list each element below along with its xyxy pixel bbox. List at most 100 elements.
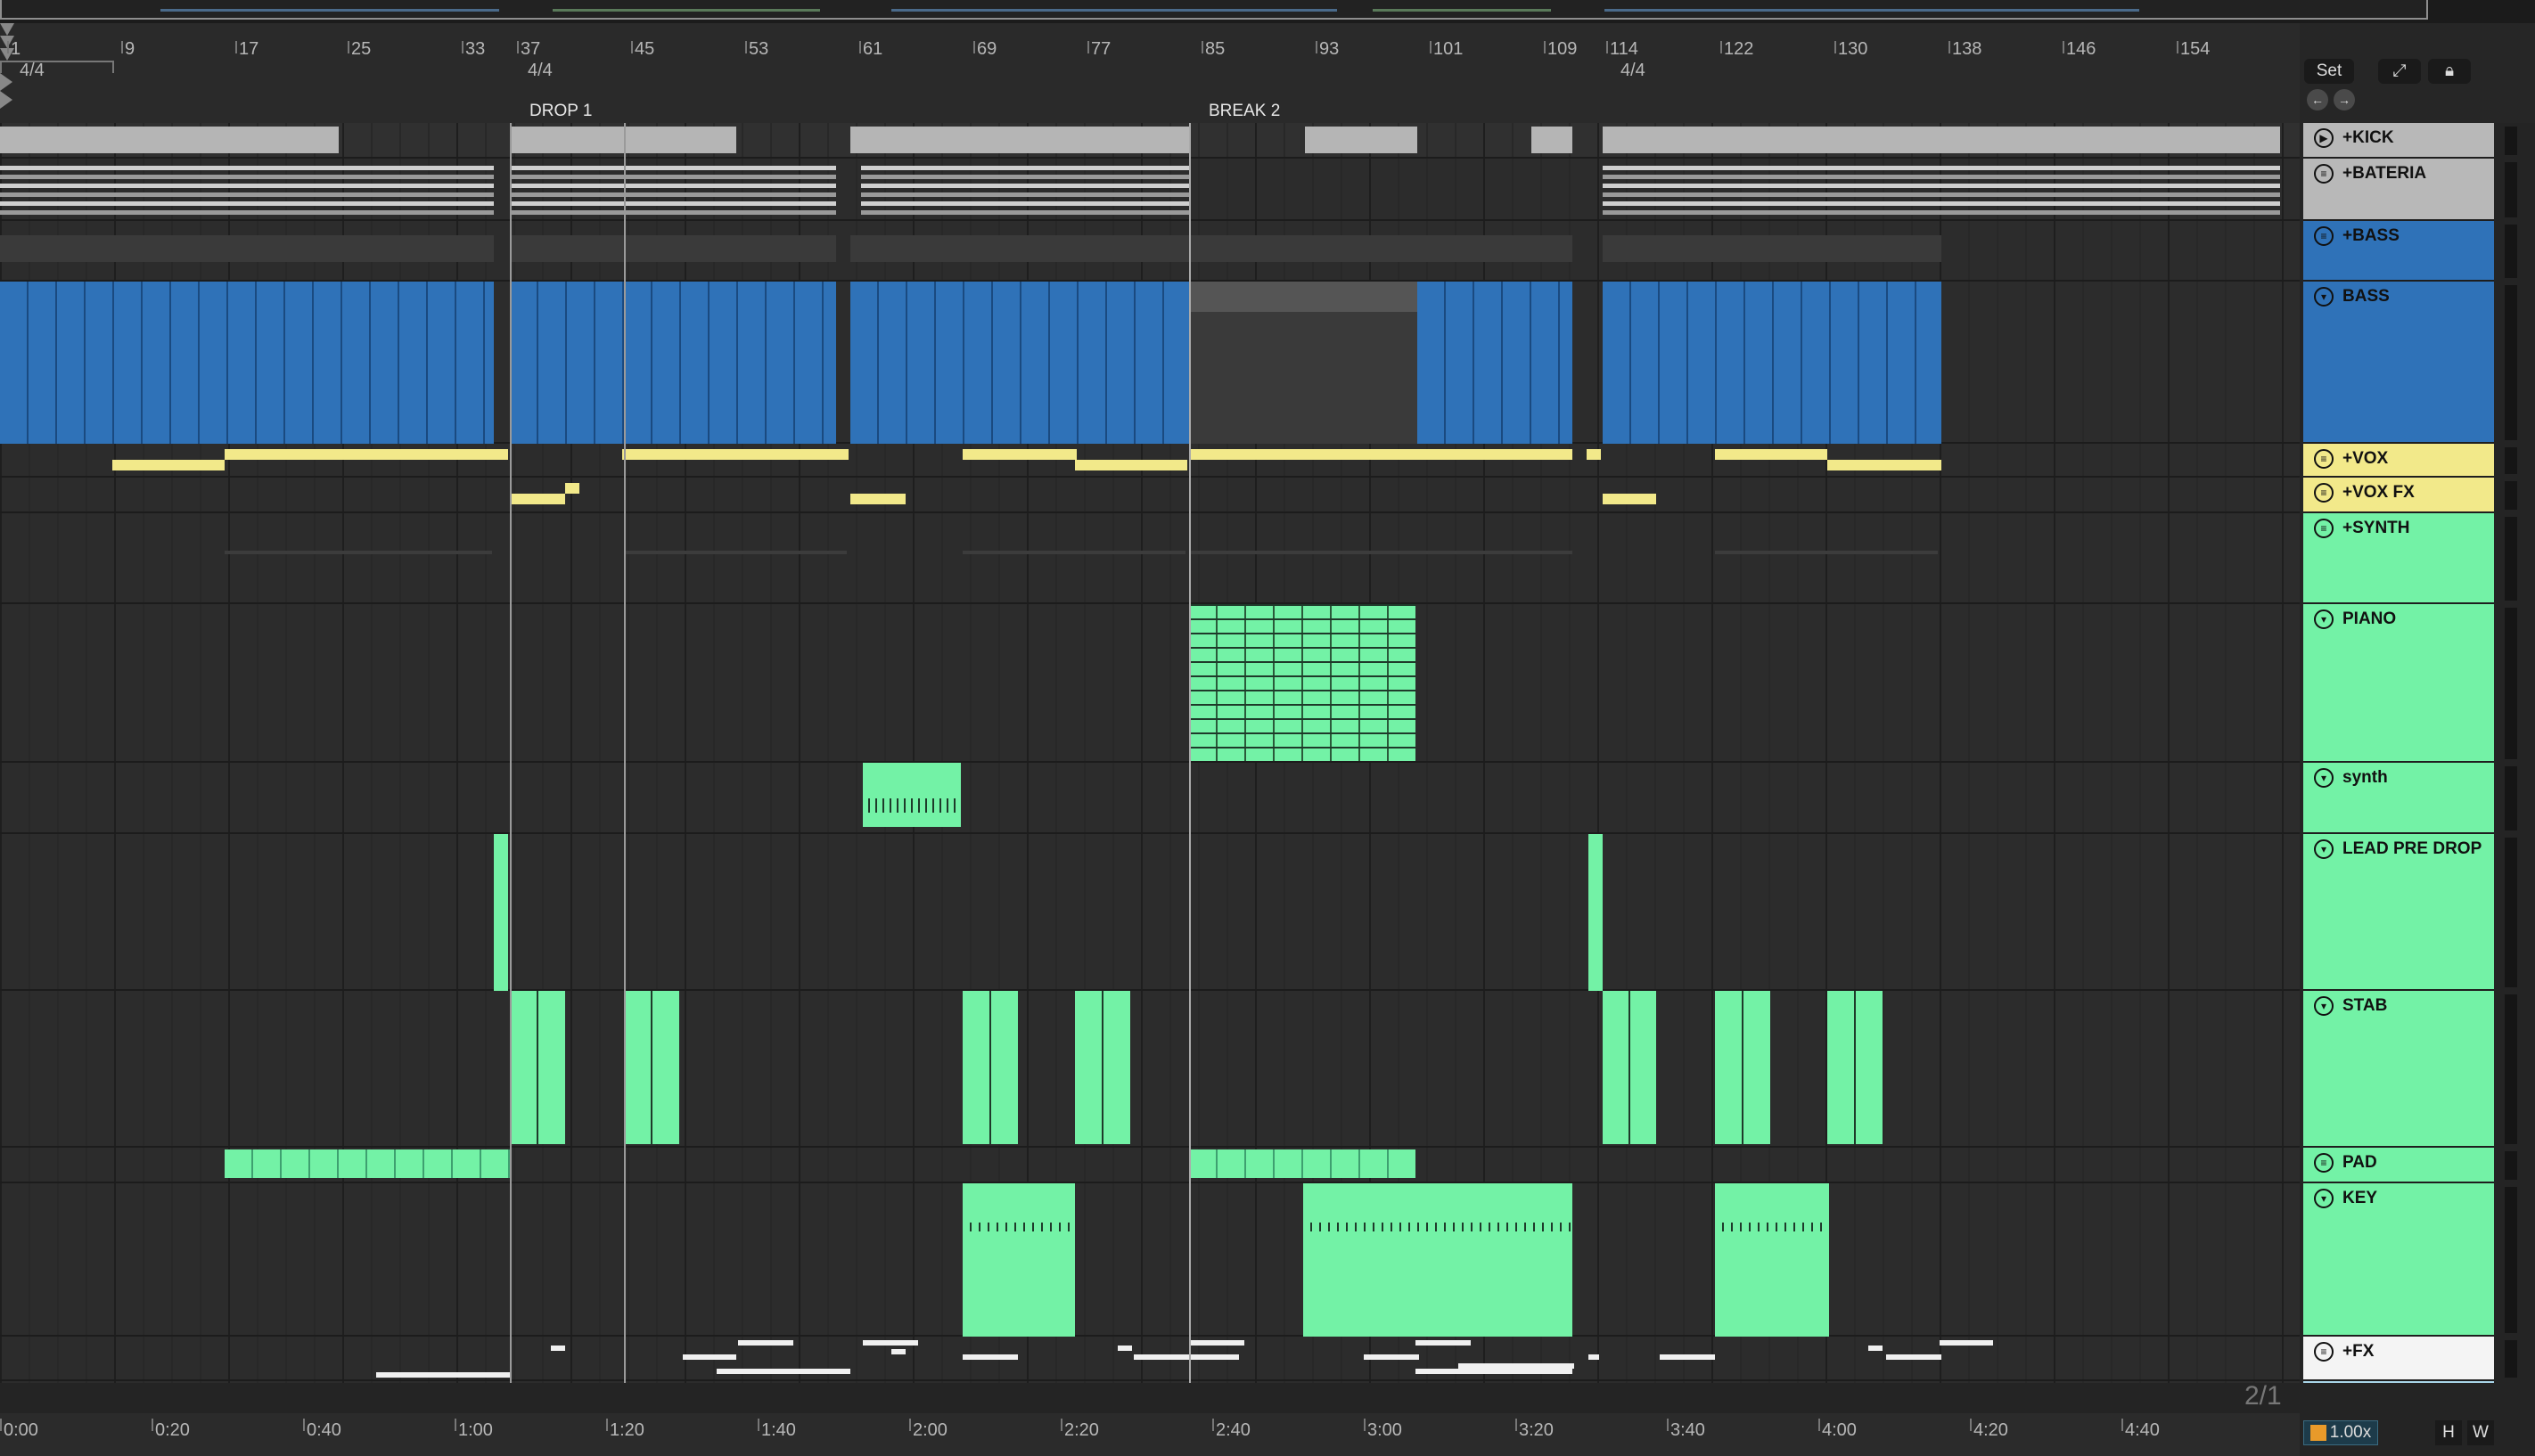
clip[interactable] <box>1868 1346 1883 1351</box>
clip[interactable] <box>1588 834 1603 991</box>
clip[interactable] <box>863 763 961 827</box>
clip[interactable] <box>0 175 494 179</box>
clip[interactable] <box>0 127 339 153</box>
clip[interactable] <box>1588 1354 1599 1360</box>
track-header[interactable]: ≡ +SYNTH <box>2303 513 2494 604</box>
track-lane[interactable] <box>0 1183 2300 1337</box>
clip[interactable] <box>1603 282 1941 444</box>
clip[interactable] <box>963 991 1018 1144</box>
clip[interactable] <box>963 1354 1018 1360</box>
expand-icon[interactable]: ⤢ <box>2378 59 2421 84</box>
track-lane[interactable] <box>0 763 2300 834</box>
clip[interactable] <box>861 166 1189 170</box>
clip[interactable] <box>1827 460 1941 470</box>
track-lane[interactable] <box>0 834 2300 991</box>
chevron-down-icon[interactable]: ▾ <box>2314 1189 2334 1208</box>
clip[interactable] <box>861 175 1189 179</box>
clip[interactable] <box>1189 449 1572 460</box>
group-icon[interactable]: ≡ <box>2314 1342 2334 1362</box>
w-button[interactable]: W <box>2467 1420 2494 1445</box>
clip[interactable] <box>1715 551 1938 554</box>
clip[interactable] <box>510 175 836 179</box>
clip[interactable] <box>112 460 225 470</box>
clip[interactable] <box>494 834 508 991</box>
clip[interactable] <box>1603 494 1656 504</box>
clip[interactable] <box>1189 551 1572 554</box>
time-signature-marker[interactable] <box>0 23 14 36</box>
group-icon[interactable]: ≡ <box>2314 226 2334 246</box>
locator-flag-icon[interactable] <box>0 91 12 109</box>
clip[interactable] <box>510 192 836 197</box>
track-lane[interactable] <box>0 604 2300 763</box>
clip[interactable] <box>1603 166 2280 170</box>
track-header[interactable]: ▾ KEY <box>2303 1183 2494 1337</box>
locator-label[interactable]: DROP 1 <box>529 102 592 121</box>
track-lane[interactable] <box>0 513 2300 604</box>
clip[interactable] <box>1715 991 1770 1144</box>
clip[interactable] <box>963 551 1185 554</box>
clip[interactable] <box>0 184 494 188</box>
chevron-down-icon[interactable]: ▾ <box>2314 287 2334 307</box>
clip[interactable] <box>225 551 492 554</box>
clip[interactable] <box>510 127 736 153</box>
clip[interactable] <box>376 1372 510 1378</box>
clip[interactable] <box>510 184 836 188</box>
track-header[interactable]: ≡ +VOX FX <box>2303 478 2494 513</box>
clip[interactable] <box>510 991 565 1144</box>
h-button[interactable]: H <box>2435 1420 2462 1445</box>
clip[interactable] <box>1886 1354 1941 1360</box>
clip[interactable] <box>1075 991 1130 1144</box>
clip[interactable] <box>850 235 1189 262</box>
clip[interactable] <box>1603 192 2280 197</box>
clip[interactable] <box>1189 282 1417 444</box>
clip[interactable] <box>0 235 494 262</box>
clip[interactable] <box>225 449 508 460</box>
clip[interactable] <box>1603 201 2280 206</box>
clip[interactable] <box>624 551 847 554</box>
clip[interactable] <box>0 282 494 444</box>
zoom-display[interactable]: 1.00x <box>2303 1420 2378 1445</box>
clip[interactable] <box>225 1149 510 1178</box>
clip[interactable] <box>0 192 494 197</box>
clip[interactable] <box>850 127 1189 153</box>
clip[interactable] <box>850 282 1189 444</box>
arrangement-overview[interactable] <box>0 0 2535 23</box>
chevron-down-icon[interactable]: ▾ <box>2314 609 2334 629</box>
clip[interactable] <box>510 235 836 262</box>
clip[interactable] <box>0 201 494 206</box>
clip[interactable] <box>1715 1183 1829 1337</box>
arrow-right-icon[interactable]: → <box>2334 89 2355 110</box>
track-header[interactable]: ▾ STAB <box>2303 991 2494 1148</box>
clip[interactable] <box>850 494 906 504</box>
set-button[interactable]: Set <box>2304 59 2354 84</box>
track-header[interactable]: ▾ LEAD PRE DROP <box>2303 834 2494 991</box>
track-header[interactable]: ▾ synth <box>2303 763 2494 834</box>
clip[interactable] <box>1827 991 1883 1144</box>
track-header[interactable]: ≡ +BATERIA <box>2303 159 2494 221</box>
group-icon[interactable]: ≡ <box>2314 1153 2334 1173</box>
locator-flag-icon[interactable] <box>0 73 12 91</box>
clip[interactable] <box>1305 127 1417 153</box>
clip[interactable] <box>551 1346 565 1351</box>
clip[interactable] <box>565 483 579 494</box>
time-ruler[interactable]: 0:00 0:20 0:40 1:00 1:20 1:40 2:00 2:20 2:40 3:00… <box>0 1413 2300 1456</box>
track-header[interactable]: ▾ BASS <box>2303 282 2494 444</box>
clip[interactable] <box>1603 991 1656 1144</box>
lock-icon[interactable]: 🔒︎ <box>2428 59 2471 84</box>
clip[interactable] <box>963 449 1077 460</box>
play-circle-icon[interactable]: ▶ <box>2314 128 2334 148</box>
chevron-down-icon[interactable]: ▾ <box>2314 839 2334 859</box>
clip[interactable] <box>861 210 1189 215</box>
locator-label[interactable]: BREAK 2 <box>1209 102 1280 121</box>
clip[interactable] <box>1940 1340 1993 1346</box>
track-header[interactable]: ≡ PAD <box>2303 1148 2494 1183</box>
arrow-left-icon[interactable]: ← <box>2307 89 2328 110</box>
group-icon[interactable]: ≡ <box>2314 483 2334 503</box>
clip[interactable] <box>861 192 1189 197</box>
clip[interactable] <box>624 991 679 1144</box>
clip[interactable] <box>1189 235 1572 262</box>
group-icon[interactable]: ≡ <box>2314 449 2334 469</box>
clip[interactable] <box>1075 460 1187 470</box>
clip[interactable] <box>1587 449 1601 460</box>
clip[interactable] <box>1531 127 1572 153</box>
